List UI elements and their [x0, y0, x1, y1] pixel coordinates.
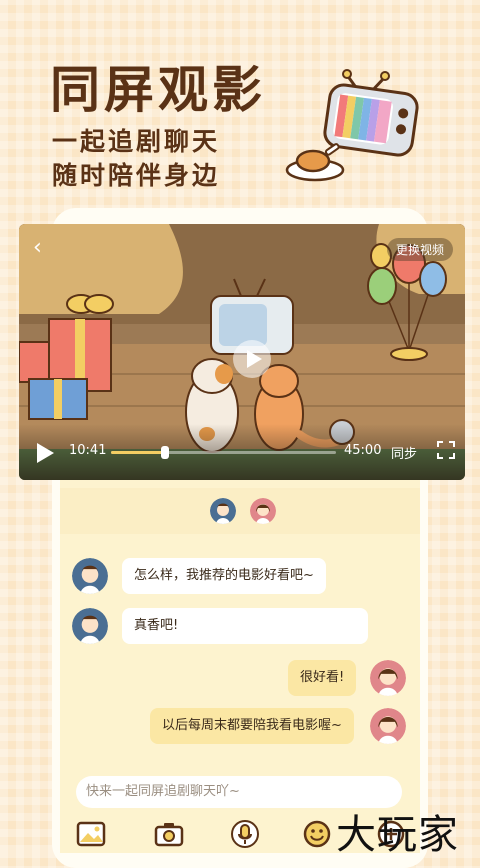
- tv-chicken-illustration: [285, 69, 419, 182]
- watermark-logo: 大玩家: [336, 812, 459, 858]
- sync-button[interactable]: 同步: [391, 443, 417, 462]
- avatar-female: [370, 708, 406, 744]
- progress-bar[interactable]: [111, 446, 336, 459]
- fullscreen-icon[interactable]: [437, 441, 455, 459]
- image-icon[interactable]: [76, 820, 106, 848]
- video-player[interactable]: ‹ 更换视频 10:41 45:00 同步: [19, 224, 465, 480]
- play-icon[interactable]: [35, 442, 55, 464]
- avatar-male: [72, 608, 108, 644]
- camera-icon[interactable]: [154, 820, 184, 848]
- microphone-icon[interactable]: [230, 820, 260, 848]
- center-play-icon[interactable]: [232, 339, 272, 379]
- hero-subtitle-1: 一起追剧聊天: [52, 127, 221, 156]
- avatar-male: [210, 498, 236, 524]
- avatar-female: [370, 660, 406, 696]
- change-video-button[interactable]: 更换视频: [386, 238, 453, 261]
- emoji-icon[interactable]: [302, 820, 332, 848]
- video-controls-bar: 10:41 45:00 同步: [19, 424, 465, 480]
- chat-bubble-outgoing: 很好看!: [288, 660, 357, 696]
- hero-subtitle-2: 随时陪伴身边: [52, 161, 221, 190]
- current-time: 10:41: [69, 443, 107, 458]
- back-chevron-icon[interactable]: ‹: [33, 237, 53, 259]
- chat-area: 怎么样，我推荐的电影好看吧~ 真香吧! 很好看! 以后每周末都要陪我看电影喔~ …: [60, 480, 420, 853]
- watch-together-bar: [60, 488, 420, 534]
- avatar-male: [72, 558, 108, 594]
- chat-bubble-outgoing: 以后每周末都要陪我看电影喔~: [150, 708, 354, 744]
- progress-handle[interactable]: [160, 446, 169, 459]
- progress-fill: [111, 451, 165, 454]
- chat-bubble-incoming: 真香吧!: [122, 608, 368, 644]
- hero-title: 同屏观影: [50, 61, 266, 119]
- avatar-female: [250, 498, 276, 524]
- chat-bubble-incoming: 怎么样，我推荐的电影好看吧~: [122, 558, 326, 594]
- duration-time: 45:00: [344, 443, 382, 458]
